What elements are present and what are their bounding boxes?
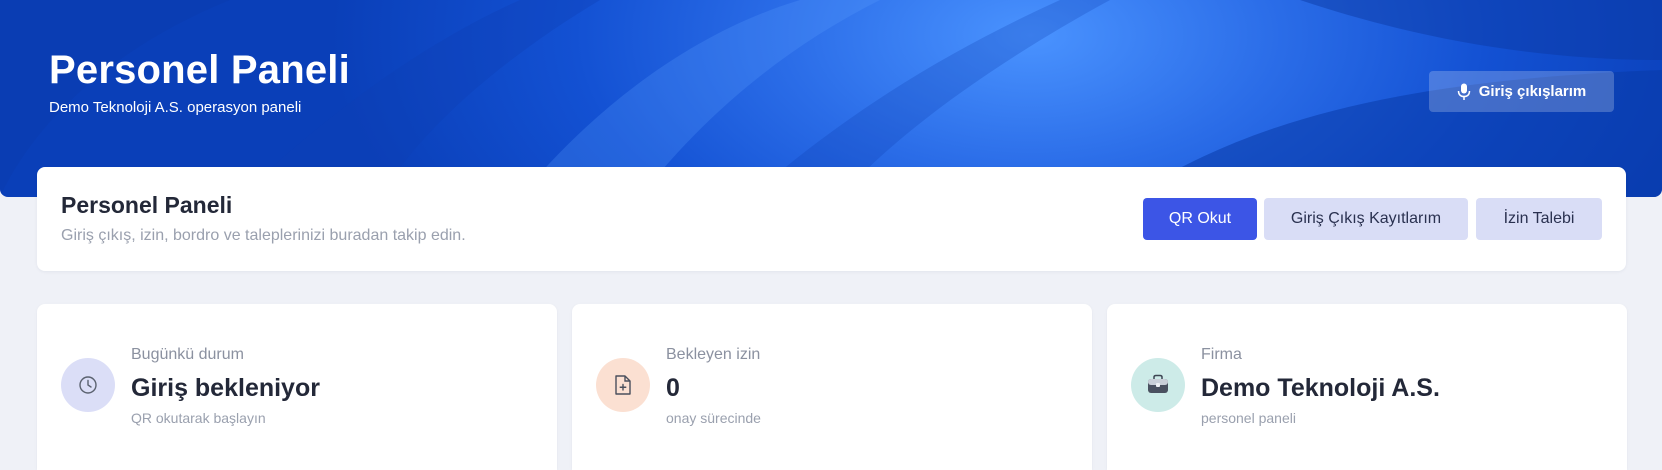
briefcase-icon-badge bbox=[1131, 358, 1185, 412]
attendance-history-button-label: Giriş çıkışlarım bbox=[1478, 83, 1587, 100]
hero-title: Personel Paneli bbox=[49, 48, 350, 92]
pending-leave-card: Bekleyen izin 0 onay sürecinde bbox=[572, 304, 1092, 470]
attendance-history-button[interactable]: Giriş çıkışlarım bbox=[1429, 71, 1614, 112]
attendance-records-button[interactable]: Giriş Çıkış Kayıtlarım bbox=[1264, 198, 1468, 240]
microphone-icon bbox=[1457, 83, 1470, 100]
card-note: personel paneli bbox=[1201, 410, 1296, 426]
file-plus-icon bbox=[615, 375, 631, 395]
card-label: Bugünkü durum bbox=[131, 346, 244, 363]
panel-title: Personel Paneli bbox=[61, 192, 233, 218]
leave-request-button[interactable]: İzin Talebi bbox=[1476, 198, 1602, 240]
clock-icon-badge bbox=[61, 358, 115, 412]
card-value: Demo Teknoloji A.S. bbox=[1201, 374, 1440, 402]
card-value: 0 bbox=[666, 374, 680, 402]
today-status-card: Bugünkü durum Giriş bekleniyor QR okutar… bbox=[37, 304, 557, 470]
company-card: Firma Demo Teknoloji A.S. personel panel… bbox=[1107, 304, 1627, 470]
panel-subtitle: Giriş çıkış, izin, bordro ve taleplerini… bbox=[61, 227, 466, 244]
hero-subtitle: Demo Teknoloji A.S. operasyon paneli bbox=[49, 99, 302, 116]
qr-scan-button[interactable]: QR Okut bbox=[1143, 198, 1257, 240]
clock-icon bbox=[79, 376, 97, 394]
file-icon-badge bbox=[596, 358, 650, 412]
card-note: QR okutarak başlayın bbox=[131, 410, 266, 426]
card-label: Bekleyen izin bbox=[666, 346, 761, 363]
briefcase-icon bbox=[1148, 374, 1168, 393]
card-value: Giriş bekleniyor bbox=[131, 374, 320, 402]
card-label: Firma bbox=[1201, 346, 1242, 363]
panel-header-card: Personel Paneli Giriş çıkış, izin, bordr… bbox=[37, 167, 1626, 271]
card-note: onay sürecinde bbox=[666, 410, 761, 426]
